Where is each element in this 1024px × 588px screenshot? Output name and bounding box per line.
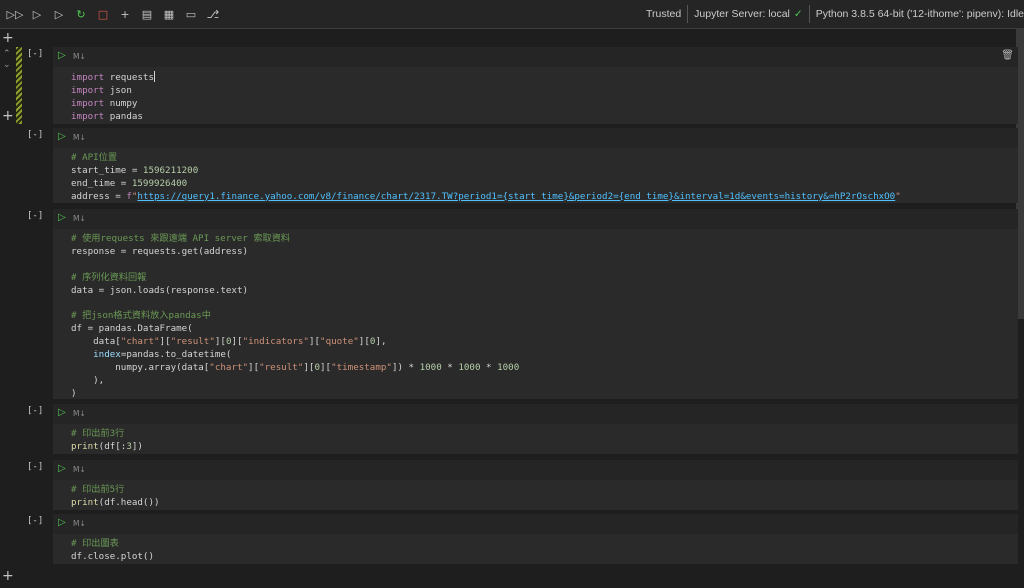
jupyter-server-status[interactable]: Jupyter Server: local ✓ bbox=[688, 0, 809, 28]
execution-count: [-] bbox=[27, 49, 44, 59]
markdown-toggle[interactable]: M↓ bbox=[73, 409, 86, 418]
code-content[interactable]: # 印出前5行 print(df.head()) bbox=[71, 484, 160, 510]
trusted-status[interactable]: Trusted bbox=[640, 0, 687, 28]
cell-toolbar: ▷ M↓ bbox=[53, 514, 1018, 534]
export-icon[interactable]: ▭ bbox=[180, 3, 202, 25]
cell-toolbar: ▷ M↓ bbox=[53, 209, 1018, 229]
cell-toolbar: ▷ M↓ 🗑 bbox=[53, 47, 1018, 67]
code-content[interactable]: # API位置 start_time = 1596211200 end_time… bbox=[71, 152, 901, 204]
cell-editor[interactable]: # 使用requests 來跟遠端 API server 索取資料 respon… bbox=[53, 229, 1018, 399]
add-cell-below-icon[interactable]: + bbox=[2, 108, 14, 124]
code-content[interactable]: import requests import json import numpy… bbox=[71, 71, 155, 124]
text-cursor bbox=[154, 71, 155, 82]
code-content[interactable]: # 印出前3行 print(df[:3]) bbox=[71, 428, 143, 454]
code-content[interactable]: # 印出圖表 df.close.plot() bbox=[71, 538, 154, 564]
interrupt-icon[interactable]: □ bbox=[92, 3, 114, 25]
run-cell-icon[interactable]: ▷ bbox=[58, 212, 66, 223]
run-cell-icon[interactable]: ▷ bbox=[58, 517, 66, 528]
delete-cell-icon[interactable]: 🗑 bbox=[1001, 50, 1014, 61]
cell-editor[interactable]: import requests import json import numpy… bbox=[53, 67, 1018, 124]
run-cell-icon[interactable]: ▷ bbox=[58, 131, 66, 142]
run-cell-icon[interactable]: ▷ bbox=[58, 50, 66, 61]
run-cell-icon[interactable]: ▷ bbox=[58, 407, 66, 418]
outline-icon[interactable]: ⎇ bbox=[202, 3, 224, 25]
run-below-icon[interactable]: ▷ bbox=[48, 3, 70, 25]
markdown-toggle[interactable]: M↓ bbox=[73, 52, 86, 61]
notebook-toolbar: ▷▷ ▷ ▷ ↻ □ + ▤ ▦ ▭ ⎇ Trusted Jupyter Ser… bbox=[0, 0, 1024, 29]
execution-count: [-] bbox=[27, 211, 44, 221]
move-down-icon[interactable]: ⌄ bbox=[3, 60, 11, 70]
cell-selection-indicator bbox=[16, 47, 22, 124]
cell-toolbar: ▷ M↓ bbox=[53, 404, 1018, 424]
add-cell-above-icon[interactable]: + bbox=[2, 30, 14, 46]
kernel-selector[interactable]: Python 3.8.5 64-bit ('12-ithome': pipenv… bbox=[810, 0, 1024, 28]
execution-count: [-] bbox=[27, 406, 44, 416]
cell-editor[interactable]: # API位置 start_time = 1596211200 end_time… bbox=[53, 148, 1018, 203]
cell-toolbar: ▷ M↓ bbox=[53, 460, 1018, 480]
markdown-toggle[interactable]: M↓ bbox=[73, 519, 86, 528]
keyword: import bbox=[71, 72, 105, 83]
markdown-toggle[interactable]: M↓ bbox=[73, 133, 86, 142]
markdown-toggle[interactable]: M↓ bbox=[73, 214, 86, 223]
add-cell-icon[interactable]: + bbox=[114, 3, 136, 25]
restart-icon[interactable]: ↻ bbox=[70, 3, 92, 25]
move-up-icon[interactable]: ⌃ bbox=[3, 49, 11, 59]
connected-icon: ✓ bbox=[793, 8, 803, 20]
run-cell-icon[interactable]: ▷ bbox=[58, 463, 66, 474]
execution-count: [-] bbox=[27, 516, 44, 526]
variables-icon[interactable]: ▦ bbox=[158, 3, 180, 25]
execution-count: [-] bbox=[27, 130, 44, 140]
clear-outputs-icon[interactable]: ▤ bbox=[136, 3, 158, 25]
cell-editor[interactable]: # 印出前3行 print(df[:3]) bbox=[53, 424, 1018, 454]
run-above-icon[interactable]: ▷ bbox=[26, 3, 48, 25]
run-all-icon[interactable]: ▷▷ bbox=[4, 3, 26, 25]
execution-count: [-] bbox=[27, 462, 44, 472]
add-cell-bottom-icon[interactable]: + bbox=[2, 568, 14, 584]
cell-toolbar: ▷ M↓ bbox=[53, 128, 1018, 148]
code-content[interactable]: # 使用requests 來跟遠端 API server 索取資料 respon… bbox=[71, 233, 519, 401]
cell-editor[interactable]: # 印出前5行 print(df.head()) bbox=[53, 480, 1018, 510]
markdown-toggle[interactable]: M↓ bbox=[73, 465, 86, 474]
cell-editor[interactable]: # 印出圖表 df.close.plot() bbox=[53, 534, 1018, 564]
server-label: Jupyter Server: local bbox=[694, 8, 790, 20]
